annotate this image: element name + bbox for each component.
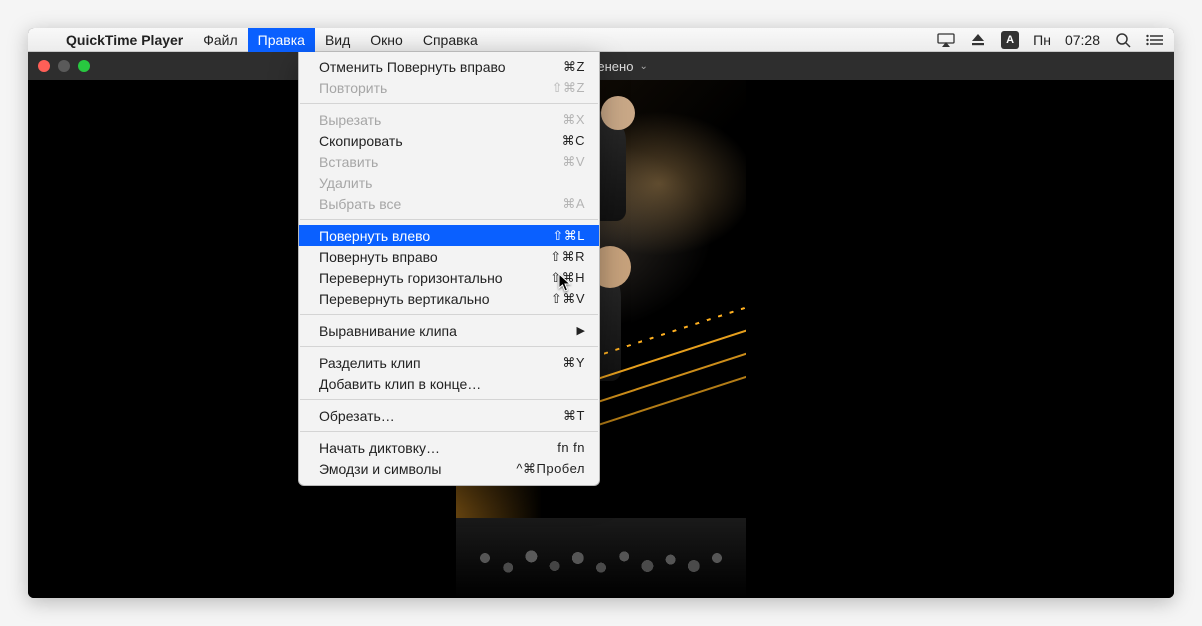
menu-add-clip-end[interactable]: Добавить клип в конце… xyxy=(299,373,599,394)
menu-separator xyxy=(300,431,598,432)
app-window: QuickTime Player Файл Правка Вид Окно Сп… xyxy=(28,28,1174,598)
menu-split-clip[interactable]: Разделить клип ⌘Y xyxy=(299,352,599,373)
window-controls xyxy=(38,60,90,72)
window-titlebar: — Изменено ⌄ xyxy=(28,52,1174,80)
menu-separator xyxy=(300,219,598,220)
system-menubar: QuickTime Player Файл Правка Вид Окно Сп… xyxy=(28,28,1174,52)
menu-undo[interactable]: Отменить Повернуть вправо ⌘Z xyxy=(299,56,599,77)
menu-rotate-right[interactable]: Повернуть вправо ⇧⌘R xyxy=(299,246,599,267)
menu-paste: Вставить ⌘V xyxy=(299,151,599,172)
eject-icon[interactable] xyxy=(969,31,987,49)
menu-flip-horizontal[interactable]: Перевернуть горизонтально ⇧⌘H xyxy=(299,267,599,288)
menu-emoji-symbols[interactable]: Эмодзи и символы ^⌘Пробел xyxy=(299,458,599,479)
clock-day[interactable]: Пн xyxy=(1033,32,1051,48)
menubar-view[interactable]: Вид xyxy=(315,28,360,52)
menu-cut: Вырезать ⌘X xyxy=(299,109,599,130)
edit-dropdown-menu: Отменить Повернуть вправо ⌘Z Повторить ⇧… xyxy=(298,52,600,486)
clock-time[interactable]: 07:28 xyxy=(1065,32,1100,48)
menu-separator xyxy=(300,346,598,347)
menu-select-all: Выбрать все ⌘A xyxy=(299,193,599,214)
menu-separator xyxy=(300,103,598,104)
minimize-button[interactable] xyxy=(58,60,70,72)
menubar-help[interactable]: Справка xyxy=(413,28,488,52)
chevron-down-icon[interactable]: ⌄ xyxy=(639,61,647,72)
menu-separator xyxy=(300,314,598,315)
spotlight-icon[interactable] xyxy=(1114,31,1132,49)
menu-separator xyxy=(300,399,598,400)
input-source-indicator[interactable]: A xyxy=(1001,31,1019,49)
menubar-window[interactable]: Окно xyxy=(360,28,413,52)
video-viewport[interactable] xyxy=(28,80,1174,598)
submenu-arrow-icon: ▶ xyxy=(577,324,585,337)
menu-redo: Повторить ⇧⌘Z xyxy=(299,77,599,98)
menu-flip-vertical[interactable]: Перевернуть вертикально ⇧⌘V xyxy=(299,288,599,309)
zoom-button[interactable] xyxy=(78,60,90,72)
menu-copy[interactable]: Скопировать ⌘C xyxy=(299,130,599,151)
menubar-edit[interactable]: Правка xyxy=(248,28,315,52)
menu-start-dictation[interactable]: Начать диктовку… fn fn xyxy=(299,437,599,458)
close-button[interactable] xyxy=(38,60,50,72)
window-title: — Изменено ⌄ xyxy=(28,59,1174,74)
app-name[interactable]: QuickTime Player xyxy=(56,28,193,52)
menu-rotate-left[interactable]: Повернуть влево ⇧⌘L xyxy=(299,225,599,246)
menu-delete: Удалить xyxy=(299,172,599,193)
menu-list-icon[interactable] xyxy=(1146,31,1164,49)
menu-trim[interactable]: Обрезать… ⌘T xyxy=(299,405,599,426)
menu-clip-alignment[interactable]: Выравнивание клипа ▶ xyxy=(299,320,599,341)
menubar-status-area: A Пн 07:28 xyxy=(937,31,1164,49)
menubar-file[interactable]: Файл xyxy=(193,28,247,52)
airplay-icon[interactable] xyxy=(937,31,955,49)
